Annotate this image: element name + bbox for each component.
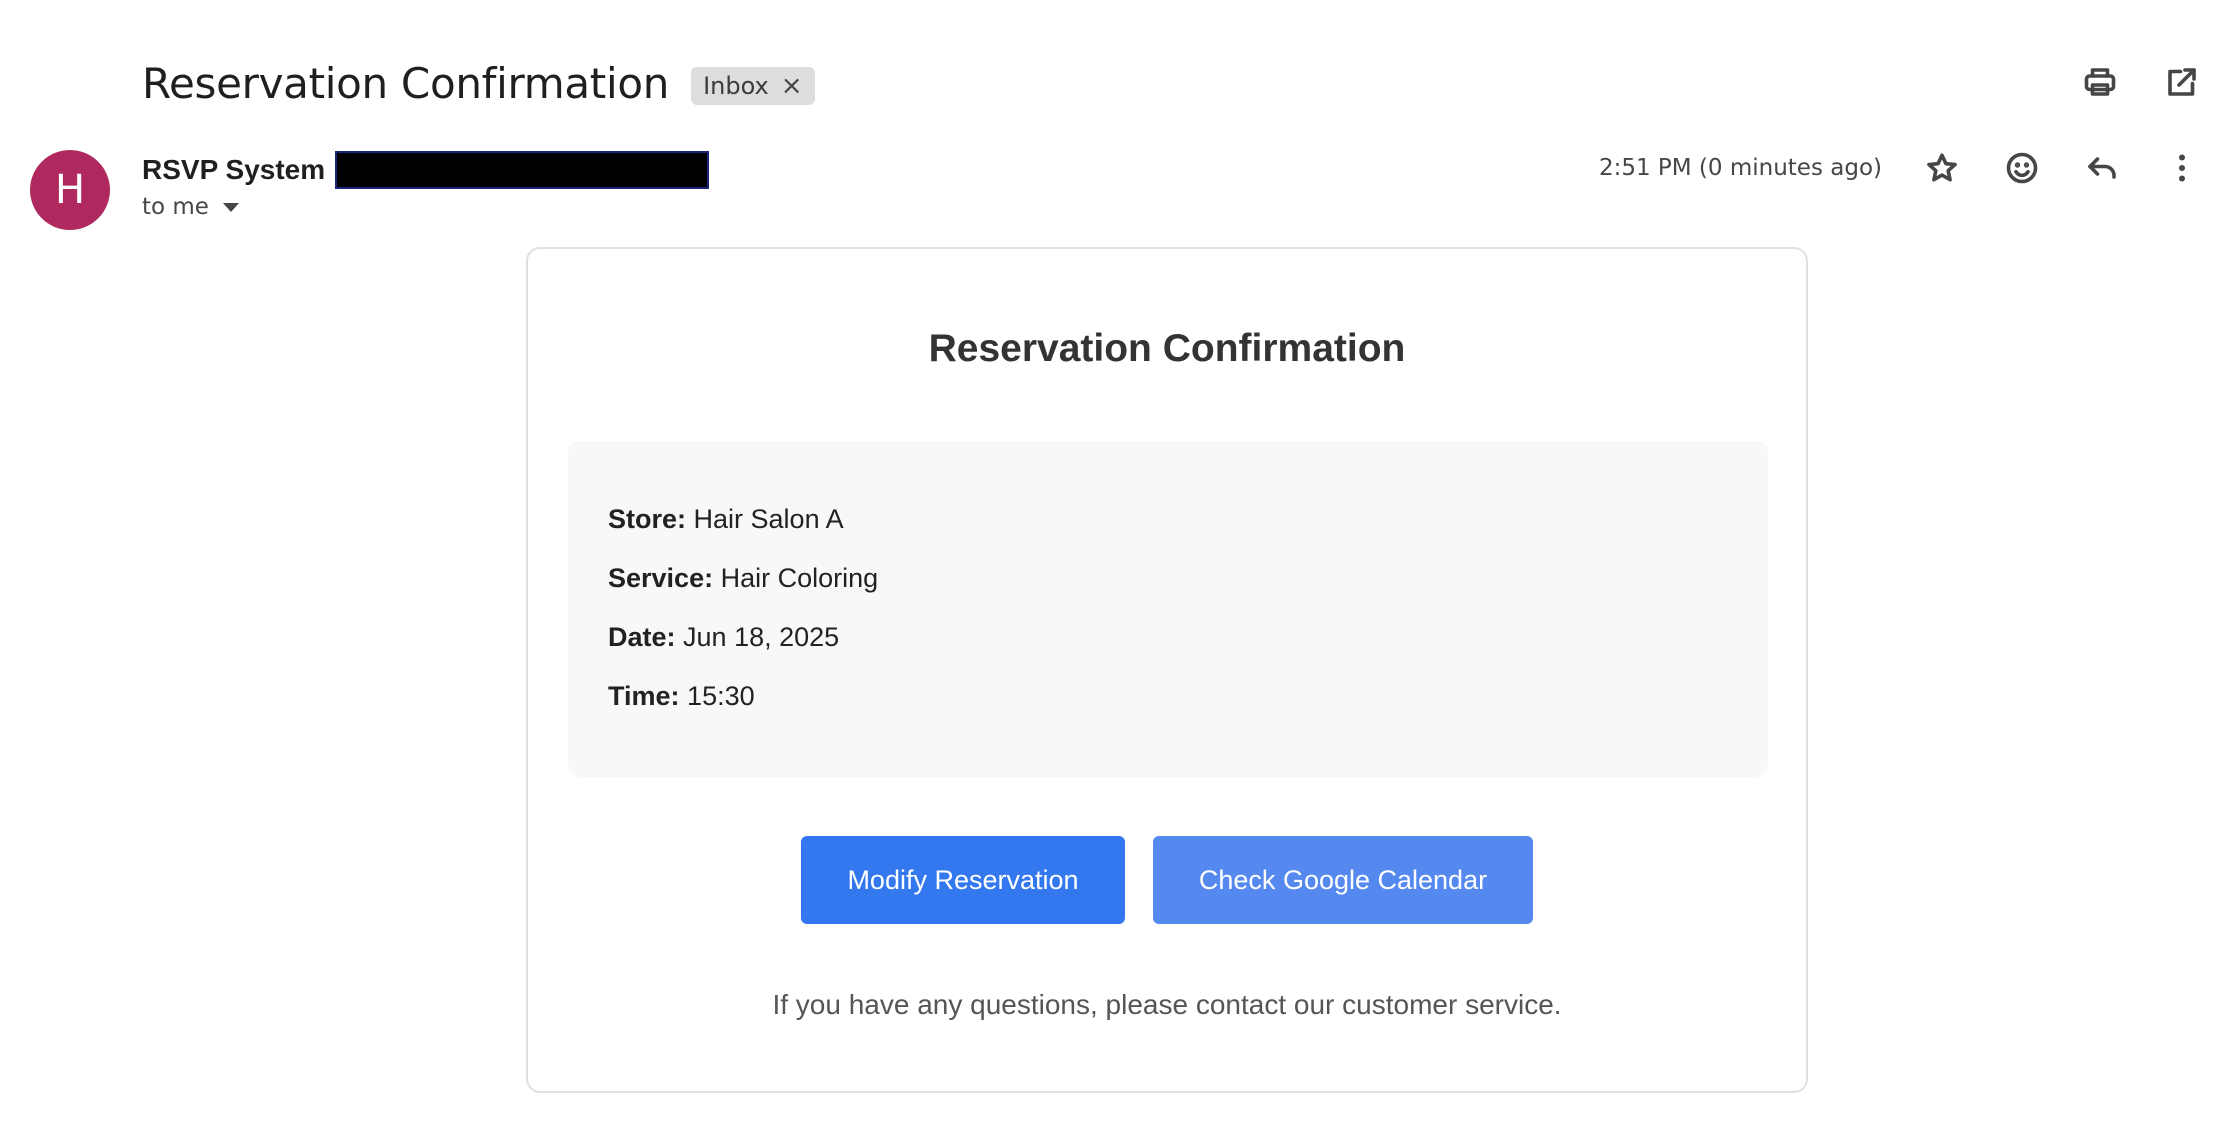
more-vert-icon	[2179, 154, 2185, 182]
detail-value: 15:30	[687, 681, 755, 711]
email-body-card: Reservation Confirmation Store: Hair Sal…	[526, 247, 1808, 1093]
modify-reservation-button[interactable]: Modify Reservation	[801, 836, 1125, 924]
detail-row-service: Service: Hair Coloring	[608, 562, 1728, 621]
detail-row-date: Date: Jun 18, 2025	[608, 621, 1728, 680]
email-subject: Reservation Confirmation	[142, 58, 670, 108]
emoji-icon	[2006, 152, 2038, 184]
detail-row-store: Store: Hair Salon A	[608, 503, 1728, 562]
detail-label: Date:	[608, 622, 676, 652]
sender-email-redacted	[335, 151, 710, 189]
recipient-text: to me	[142, 194, 209, 220]
sender-block: RSVP System to me	[142, 150, 710, 220]
reservation-details: Store: Hair Salon A Service: Hair Colori…	[568, 441, 1768, 777]
sender-avatar[interactable]: H	[30, 150, 110, 230]
action-buttons: Modify Reservation Check Google Calendar	[528, 836, 1806, 924]
detail-label: Service:	[608, 563, 714, 593]
more-options-button[interactable]	[2162, 148, 2202, 188]
message-actions: 2:51 PM (0 minutes ago)	[1599, 148, 2202, 188]
detail-value: Hair Coloring	[720, 563, 879, 593]
print-button[interactable]	[2080, 62, 2120, 102]
check-google-calendar-button[interactable]: Check Google Calendar	[1153, 836, 1533, 924]
reply-icon	[2088, 157, 2116, 179]
sender-name[interactable]: RSVP System	[142, 154, 325, 186]
show-details-chevron-down-icon[interactable]	[222, 202, 239, 212]
add-reaction-button[interactable]	[2002, 148, 2042, 188]
detail-value: Jun 18, 2025	[683, 622, 840, 652]
detail-row-time: Time: 15:30	[608, 680, 1728, 739]
star-icon	[1927, 153, 1957, 182]
sender-line: RSVP System	[142, 150, 710, 190]
printer-icon	[2084, 68, 2116, 96]
reply-button[interactable]	[2082, 148, 2122, 188]
open-external-icon	[2168, 68, 2196, 96]
thread-actions	[2080, 62, 2202, 102]
inbox-label-chip[interactable]: Inbox ×	[691, 67, 815, 105]
open-in-new-window-button[interactable]	[2162, 62, 2202, 102]
detail-label: Store:	[608, 504, 687, 534]
label-chip-text: Inbox	[703, 72, 769, 100]
subject-row: Reservation Confirmation Inbox ×	[142, 48, 815, 118]
customer-service-note: If you have any questions, please contac…	[772, 989, 1562, 1020]
message-timestamp: 2:51 PM (0 minutes ago)	[1598, 155, 1882, 181]
email-body-title: Reservation Confirmation	[928, 327, 1406, 370]
detail-label: Time:	[608, 681, 680, 711]
detail-value: Hair Salon A	[693, 504, 844, 534]
remove-label-icon[interactable]: ×	[781, 73, 803, 99]
star-button[interactable]	[1922, 148, 1962, 188]
recipient-line: to me	[142, 194, 709, 220]
